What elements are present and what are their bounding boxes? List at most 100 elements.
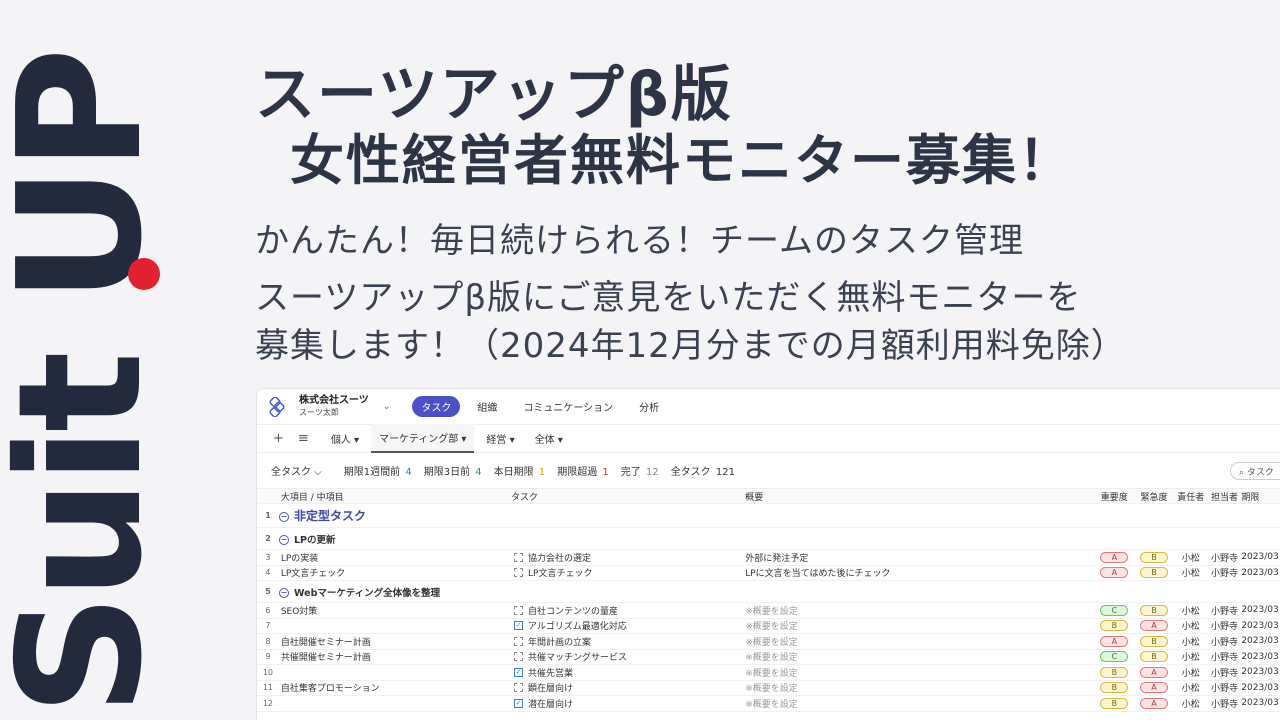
filter-done[interactable]: 完了 12 <box>621 463 659 478</box>
table-row[interactable]: 3 LPの実装 協力会社の選定 外部に発注予定 A B 小松 小野寺 2023/03 <box>257 550 1280 566</box>
menu-icon[interactable]: ≡ <box>298 431 309 446</box>
urgency-badge-cell[interactable]: B <box>1134 635 1174 647</box>
importance-badge-cell[interactable]: B <box>1094 682 1134 694</box>
group-row[interactable]: 5 − Webマーケティング全体像を整理 <box>257 581 1280 603</box>
importance-badge-cell[interactable]: C <box>1094 604 1134 616</box>
table-row[interactable]: 10 ✓ 共催先営業 ※概要を設定 B A 小松 小野寺 2023/03 <box>257 665 1280 681</box>
importance-badge-cell[interactable]: A <box>1094 567 1134 579</box>
filter-3days[interactable]: 期限3日前 4 <box>424 463 482 478</box>
checkbox-icon[interactable] <box>514 683 524 693</box>
tab-management[interactable]: 経営 ▾ <box>478 425 522 452</box>
filter-total[interactable]: 全タスク 121 <box>671 463 735 478</box>
checkbox-icon[interactable]: ✓ <box>514 698 524 708</box>
row-overview[interactable]: ※概要を設定 <box>745 604 1094 617</box>
table-row[interactable]: 9 共催開催セミナー計画 共催マッチングサービス ※概要を設定 C B 小松 小野寺 2023/… <box>257 650 1280 665</box>
header-overview[interactable]: 概要 <box>745 490 1094 503</box>
row-task[interactable]: ✓ アルゴリズム最適化対応 <box>511 619 745 632</box>
table-row[interactable]: 12 ✓ 潜在層向け ※概要を設定 B A 小松 小野寺 2023/03 <box>257 696 1280 712</box>
collapse-icon[interactable]: − <box>279 588 289 598</box>
checkbox-icon[interactable]: ✓ <box>514 621 524 631</box>
row-assignee: 小野寺 <box>1210 622 1238 633</box>
add-icon[interactable]: + <box>273 431 284 446</box>
group-row[interactable]: 1 − 非定型タスク <box>257 504 1280 528</box>
nav-communication[interactable]: コミュニケーション <box>514 396 622 417</box>
company-switcher[interactable]: 株式会社スーツ スーツ太郎 <box>299 395 369 419</box>
row-overview[interactable]: ※概要を設定 <box>745 635 1094 648</box>
table-row[interactable]: 6 SEO対策 自社コンテンツの量産 ※概要を設定 C B 小松 小野寺 2023/03 <box>257 603 1280 619</box>
urgency-badge-cell[interactable]: A <box>1134 620 1174 632</box>
row-overview[interactable]: ※概要を設定 <box>745 681 1094 694</box>
row-overview[interactable]: ※概要を設定 <box>745 650 1094 663</box>
headline-line2: 女性経営者無料モニター募集！ <box>290 129 1074 192</box>
row-overview[interactable]: LPに文言を当てはめた後にチェック <box>745 566 1094 579</box>
urgency-badge-cell[interactable]: B <box>1134 551 1174 563</box>
row-task[interactable]: ✓ 潜在層向け <box>511 697 745 710</box>
row-task[interactable]: 自社コンテンツの量産 <box>511 604 745 617</box>
group-label: − Webマーケティング全体像を整理 <box>279 585 440 599</box>
all-tasks-dropdown[interactable]: 全タスク ⌵ <box>271 463 322 478</box>
search-input[interactable]: ⌕ タスク <box>1230 462 1280 480</box>
urgency-badge-cell[interactable]: A <box>1134 682 1174 694</box>
checkbox-icon[interactable] <box>514 568 524 578</box>
group-row[interactable]: 2 − LPの更新 <box>257 528 1280 550</box>
row-assignee: 小野寺 <box>1210 684 1238 695</box>
nav-organization[interactable]: 組織 <box>468 396 506 417</box>
tab-all[interactable]: 全体 ▾ <box>527 425 571 452</box>
nav-analytics[interactable]: 分析 <box>630 396 668 417</box>
tab-personal[interactable]: 個人 ▾ <box>323 425 367 452</box>
table-row[interactable]: 8 自社開催セミナー計画 年間計画の立案 ※概要を設定 A B 小松 小野寺 2023/03 <box>257 634 1280 650</box>
task-title: LP文言チェック <box>528 569 593 580</box>
row-overview[interactable]: 外部に発注予定 <box>745 551 1094 564</box>
urgency-badge-cell[interactable]: A <box>1134 697 1174 709</box>
header-importance[interactable]: 重要度 <box>1094 490 1134 503</box>
urgency-badge-cell[interactable]: B <box>1134 604 1174 616</box>
row-task[interactable]: 共催マッチングサービス <box>511 650 745 663</box>
row-overview[interactable]: ※概要を設定 <box>745 697 1094 710</box>
header-owner[interactable]: 責任者 <box>1174 490 1208 503</box>
filter-label: 本日期限 <box>493 466 534 478</box>
group-title: LPの更新 <box>294 534 336 546</box>
nav-tasks[interactable]: タスク <box>412 396 461 417</box>
row-task[interactable]: ✓ 共催先営業 <box>511 666 745 679</box>
checkbox-icon[interactable] <box>514 652 524 662</box>
collapse-icon[interactable]: − <box>279 535 289 545</box>
table-row[interactable]: 4 LP文言チェック LP文言チェック LPに文言を当てはめた後にチェック A B 小松 小野… <box>257 566 1280 581</box>
filter-today[interactable]: 本日期限 1 <box>494 463 546 478</box>
importance-badge-cell[interactable]: B <box>1094 620 1134 632</box>
row-overview[interactable]: ※概要を設定 <box>745 619 1094 632</box>
row-task[interactable]: 協力会社の選定 <box>511 551 745 564</box>
row-task[interactable]: LP文言チェック <box>511 566 745 579</box>
header-assignee[interactable]: 担当者 <box>1208 490 1242 503</box>
importance-badge-cell[interactable]: B <box>1094 697 1134 709</box>
urgency-badge: B <box>1140 567 1168 579</box>
row-task[interactable]: 年間計画の立案 <box>511 635 745 648</box>
chevron-down-icon[interactable]: ⌄ <box>383 402 391 412</box>
table-row[interactable]: 7 ✓ アルゴリズム最適化対応 ※概要を設定 B A 小松 小野寺 2023/03 <box>257 619 1280 634</box>
row-overview[interactable]: ※概要を設定 <box>745 666 1094 679</box>
urgency-badge-cell[interactable]: A <box>1134 666 1174 678</box>
header-urgency[interactable]: 緊急度 <box>1134 490 1174 503</box>
importance-badge-cell[interactable]: C <box>1094 651 1134 663</box>
checkbox-icon[interactable]: ✓ <box>514 667 524 677</box>
urgency-badge-cell[interactable]: B <box>1134 567 1174 579</box>
importance-badge-cell[interactable]: A <box>1094 635 1134 647</box>
search-placeholder: タスク <box>1246 468 1274 478</box>
table-header: 大項目 / 中項目 タスク 概要 重要度 緊急度 責任者 担当者 期限 <box>257 488 1280 504</box>
urgency-badge-cell[interactable]: B <box>1134 651 1174 663</box>
row-task[interactable]: 顕在層向け <box>511 681 745 694</box>
header-task[interactable]: タスク <box>511 490 745 503</box>
header-category[interactable]: 大項目 / 中項目 <box>279 490 511 503</box>
importance-badge-cell[interactable]: B <box>1094 666 1134 678</box>
table-row[interactable]: 11 自社集客プロモーション 顕在層向け ※概要を設定 B A 小松 小野寺 2023/03 <box>257 681 1280 696</box>
checkbox-icon[interactable] <box>514 636 524 646</box>
checkbox-icon[interactable] <box>514 605 524 615</box>
filter-1week[interactable]: 期限1週間前 4 <box>344 463 412 478</box>
collapse-icon[interactable]: − <box>279 511 289 522</box>
filter-overdue[interactable]: 期限超過 1 <box>557 463 609 478</box>
tab-marketing[interactable]: マーケティング部 ▾ <box>371 424 475 453</box>
header-deadline[interactable]: 期限 <box>1241 490 1280 503</box>
checkbox-icon[interactable] <box>514 552 524 562</box>
importance-badge-cell[interactable]: A <box>1094 551 1134 563</box>
group-label: − 非定型タスク <box>279 507 366 524</box>
row-deadline: 2023/03 <box>1241 651 1279 662</box>
